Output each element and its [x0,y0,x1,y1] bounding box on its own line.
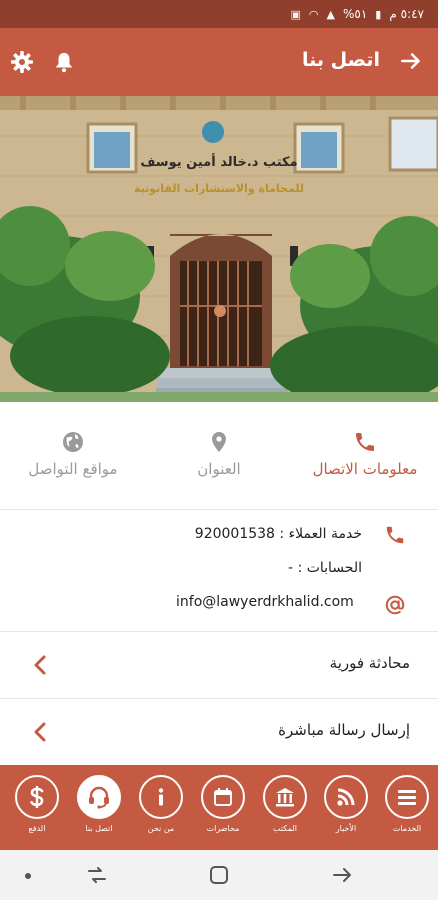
nav-services-label: الخدمات [392,824,422,833]
office-building-photo: مكتب د.خالد أمين يوسف للمحاماة والاستشار… [0,96,438,402]
at-sign-icon [385,595,405,615]
email-text: info@lawyerdrkhalid.com [176,594,354,610]
accounts-value: - [288,560,294,576]
back-button-icon[interactable] [331,865,353,885]
notification-icon: ▣ [290,7,301,21]
sign-line-1: مكتب د.خالد أمين يوسف [140,153,297,170]
nav-payment[interactable]: الدفع [12,775,62,833]
nav-news-label: الأخبار [335,824,357,833]
time-text: ٥:٤٧ م [389,7,424,21]
sign-line-2: للمحاماة والاستشارات القانونية [134,182,304,195]
tab-social-label: مواقع التواصل [28,460,118,478]
status-bar: ٥:٤٧ م ▮ ٥١% ▲ ◠ ▣ [0,0,438,28]
tab-address[interactable]: العنوان [146,420,292,490]
email-row[interactable]: info@lawyerdrkhalid.com [0,588,438,620]
nav-lectures-label: محاضرات [206,824,240,833]
calendar-icon [201,775,245,819]
tab-contact-info-label: معلومات الاتصال [312,460,418,478]
page-title: اتصل بنا [302,49,380,71]
live-chat-row[interactable]: محادثة فورية [0,632,438,698]
recent-apps-icon[interactable] [86,865,108,885]
arrow-right-icon[interactable] [398,48,424,74]
customer-service-row[interactable]: خدمة العملاء : 920001538 [0,520,438,552]
bank-icon [263,775,307,819]
nav-services[interactable]: الخدمات [382,775,432,833]
menu-icon [385,775,429,819]
contact-tabs: معلومات الاتصال العنوان مواقع التواصل [0,420,438,490]
nav-contact-us[interactable]: اتصل بنا [74,775,124,833]
app-bar: اتصل بنا [0,28,438,96]
live-chat-label: محادثة فورية [329,654,410,672]
customer-service-number: 920001538 [194,526,275,542]
direct-message-label: إرسال رسالة مباشرة [278,721,410,739]
bottom-navigation: الخدمات الأخبار المكتب محاضرات من نحن ات… [0,765,438,850]
phone-icon [386,526,404,544]
location-pin-icon [212,432,226,452]
nav-about-label: من نحن [147,824,175,833]
chevron-left-icon [34,655,46,675]
home-button-icon[interactable] [209,865,229,885]
customer-service-text: خدمة العملاء : 920001538 [195,526,362,542]
gear-icon[interactable] [10,50,34,74]
nav-office-label: المكتب [273,824,297,833]
nav-contact-us-label: اتصل بنا [85,824,113,833]
nav-news[interactable]: الأخبار [321,775,371,833]
chevron-left-icon [34,722,46,742]
nav-lectures[interactable]: محاضرات [198,775,248,833]
tab-social[interactable]: مواقع التواصل [0,420,146,490]
dot-icon [25,873,31,879]
headset-icon [77,775,121,819]
battery-text: ٥١% [343,7,368,21]
system-nav-bar [0,850,438,900]
divider [0,509,438,510]
bell-icon[interactable] [53,50,75,74]
direct-message-row[interactable]: إرسال رسالة مباشرة [0,699,438,765]
accounts-text: الحسابات : - [288,560,362,576]
accounts-row: الحسابات : - [0,554,438,586]
tab-address-label: العنوان [197,460,241,478]
battery-icon: ▮ [375,7,382,21]
globe-icon [63,432,83,452]
dollar-icon [15,775,59,819]
nav-about[interactable]: من نحن [136,775,186,833]
tab-contact-info[interactable]: معلومات الاتصال [292,420,438,490]
nav-payment-label: الدفع [28,824,46,833]
wifi-icon: ◠ [308,7,319,21]
nav-office[interactable]: المكتب [260,775,310,833]
customer-service-label: خدمة العملاء : [279,526,362,542]
phone-icon [356,433,374,451]
accounts-label: الحسابات : [297,560,362,576]
info-icon [139,775,183,819]
signal-icon: ▲ [326,7,335,21]
rss-icon [324,775,368,819]
